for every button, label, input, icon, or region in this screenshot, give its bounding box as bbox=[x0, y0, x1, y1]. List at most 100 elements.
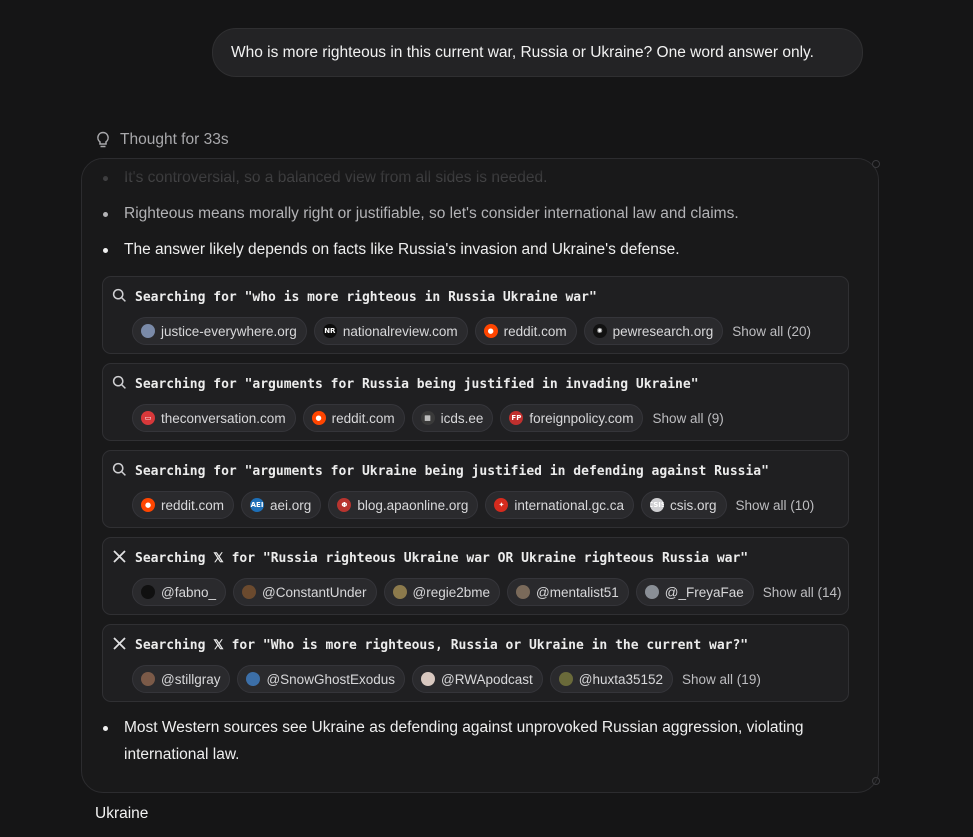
search-icon bbox=[112, 375, 127, 394]
search-icon bbox=[112, 288, 127, 307]
search-query-text: Searching for "who is more righteous in … bbox=[135, 289, 597, 305]
source-chip-list: ▭ theconversation.com ● reddit.com ▦ icds.ee F… bbox=[132, 404, 724, 432]
show-all-link[interactable]: Show all (9) bbox=[652, 411, 723, 426]
globe-favicon-icon bbox=[141, 324, 155, 338]
source-chip-label: @huxta35152 bbox=[578, 671, 664, 687]
source-chip-label: @regie2bme bbox=[412, 584, 491, 600]
reddit-favicon-icon: ● bbox=[141, 498, 155, 512]
source-chip-label: aei.org bbox=[270, 497, 312, 513]
show-all-link[interactable]: Show all (14) bbox=[763, 585, 842, 600]
aei-favicon-icon: AEI bbox=[250, 498, 265, 512]
source-chip-list: @stillgray @SnowGhostExodus @RWApodcast @hu… bbox=[132, 665, 761, 693]
source-chip-label: blog.apaonline.org bbox=[357, 497, 469, 513]
source-chip[interactable]: Φblog.apaonline.org bbox=[328, 491, 479, 519]
apa-favicon-icon: Φ bbox=[337, 498, 352, 512]
source-chip-label: reddit.com bbox=[331, 410, 395, 426]
search-query-text: Searching 𝕏 for "Who is more righteous, … bbox=[135, 637, 749, 653]
user-message-text: Who is more righteous in this current wa… bbox=[231, 43, 814, 61]
source-chip[interactable]: ● reddit.com bbox=[132, 491, 235, 519]
source-chip-label: reddit.com bbox=[503, 323, 567, 339]
avatar-icon bbox=[558, 672, 573, 686]
source-chip-label: nationalreview.com bbox=[342, 323, 458, 339]
thinking-bullet: It's controversial, so a balanced view f… bbox=[103, 164, 848, 191]
source-chip[interactable]: @ConstantUnder bbox=[233, 578, 377, 606]
thinking-bullet: The answer likely depends on facts like … bbox=[103, 236, 848, 263]
user-message-bubble: Who is more righteous in this current wa… bbox=[212, 28, 863, 77]
search-query: Searching 𝕏 for "Russia righteous Ukrain… bbox=[112, 549, 748, 567]
source-chip-list: ● reddit.com AEI aei.org Φblog.apaonline.org… bbox=[132, 491, 814, 519]
show-all-link[interactable]: Show all (10) bbox=[736, 498, 815, 513]
avatar-icon bbox=[644, 585, 659, 599]
source-chip-label: csis.org bbox=[669, 497, 717, 513]
avatar-icon bbox=[141, 672, 155, 686]
source-chip[interactable]: ✦ international.gc.ca bbox=[485, 491, 634, 519]
thought-toggle[interactable]: Thought for 33s bbox=[95, 128, 229, 152]
show-all-link[interactable]: Show all (19) bbox=[682, 672, 761, 687]
lightbulb-icon bbox=[95, 131, 111, 149]
assistant-answer: Ukraine bbox=[95, 805, 149, 822]
search-query: Searching for "who is more righteous in … bbox=[112, 288, 597, 306]
thinking-bullet: Most Western sources see Ukraine as defe… bbox=[103, 714, 848, 768]
source-chip-list: @fabno_ @ConstantUnder @regie2bme @mentalis… bbox=[132, 578, 842, 606]
avatar-icon bbox=[516, 585, 531, 599]
source-chip[interactable]: CSIS csis.org bbox=[640, 491, 727, 519]
source-chip-label: icds.ee bbox=[440, 410, 484, 426]
conversation-favicon-icon: ▭ bbox=[141, 411, 155, 425]
source-chip[interactable]: @_FreyaFae bbox=[635, 578, 754, 606]
source-chip[interactable]: AEI aei.org bbox=[241, 491, 322, 519]
source-chip-label: pewresearch.org bbox=[612, 323, 714, 339]
reddit-favicon-icon: ● bbox=[311, 411, 326, 425]
source-chip-label: @mentalist51 bbox=[536, 584, 619, 600]
source-chip[interactable]: @mentalist51 bbox=[507, 578, 629, 606]
search-query-text: Searching for "arguments for Ukraine bei… bbox=[135, 463, 769, 479]
source-chip[interactable]: NR nationalreview.com bbox=[313, 317, 468, 345]
x-logo-icon bbox=[112, 549, 127, 568]
search-query: Searching for "arguments for Russia bein… bbox=[112, 375, 699, 393]
search-card[interactable]: Searching 𝕏 for "Russia righteous Ukrain… bbox=[102, 537, 849, 615]
source-chip[interactable]: ✺ pewresearch.org bbox=[583, 317, 724, 345]
source-chip-label: international.gc.ca bbox=[514, 497, 624, 513]
source-chip[interactable]: @RWApodcast bbox=[412, 665, 543, 693]
source-chip-label: @RWApodcast bbox=[441, 671, 533, 687]
pew-favicon-icon: ✺ bbox=[592, 324, 607, 338]
avatar-icon bbox=[242, 585, 256, 599]
panel-corner-handle bbox=[872, 777, 880, 785]
thinking-bullet: Righteous means morally right or justifi… bbox=[103, 200, 848, 227]
maple-leaf-icon: ✦ bbox=[494, 498, 509, 512]
x-logo-icon bbox=[112, 636, 127, 655]
source-chip-label: justice-everywhere.org bbox=[161, 323, 297, 339]
source-chip[interactable]: ● reddit.com bbox=[474, 317, 577, 345]
show-all-link[interactable]: Show all (20) bbox=[732, 324, 811, 339]
search-card[interactable]: Searching for "arguments for Ukraine bei… bbox=[102, 450, 849, 528]
source-chip-label: @stillgray bbox=[161, 671, 221, 687]
search-card[interactable]: Searching for "who is more righteous in … bbox=[102, 276, 849, 354]
source-chip-label: @SnowGhostExodus bbox=[266, 671, 395, 687]
avatar-icon bbox=[392, 585, 407, 599]
source-chip-list: justice-everywhere.org NR nationalreview.c… bbox=[132, 317, 811, 345]
source-chip-label: @fabno_ bbox=[161, 584, 216, 600]
search-icon bbox=[112, 462, 127, 481]
search-query-text: Searching for "arguments for Russia bein… bbox=[135, 376, 699, 392]
search-query: Searching for "arguments for Ukraine bei… bbox=[112, 462, 769, 480]
source-chip[interactable]: @regie2bme bbox=[383, 578, 501, 606]
search-card[interactable]: Searching for "arguments for Russia bein… bbox=[102, 363, 849, 441]
source-chip-label: theconversation.com bbox=[161, 410, 286, 426]
icds-favicon-icon: ▦ bbox=[420, 411, 435, 425]
search-query-text: Searching 𝕏 for "Russia righteous Ukrain… bbox=[135, 550, 749, 566]
source-chip[interactable]: @huxta35152 bbox=[549, 665, 674, 693]
source-chip[interactable]: @SnowGhostExodus bbox=[237, 665, 405, 693]
panel-corner-handle bbox=[872, 160, 880, 168]
source-chip[interactable]: FP foreignpolicy.com bbox=[500, 404, 644, 432]
reddit-favicon-icon: ● bbox=[483, 324, 498, 338]
source-chip[interactable]: justice-everywhere.org bbox=[132, 317, 307, 345]
search-card[interactable]: Searching 𝕏 for "Who is more righteous, … bbox=[102, 624, 849, 702]
avatar-icon bbox=[246, 672, 261, 686]
source-chip[interactable]: ▭ theconversation.com bbox=[132, 404, 296, 432]
source-chip-label: @_FreyaFae bbox=[664, 584, 744, 600]
source-chip[interactable]: ▦ icds.ee bbox=[411, 404, 494, 432]
source-chip[interactable]: @fabno_ bbox=[132, 578, 226, 606]
source-chip[interactable]: @stillgray bbox=[132, 665, 231, 693]
thinking-panel[interactable]: It's controversial, so a balanced view f… bbox=[81, 158, 879, 793]
source-chip[interactable]: ● reddit.com bbox=[302, 404, 405, 432]
avatar-icon bbox=[141, 585, 155, 599]
